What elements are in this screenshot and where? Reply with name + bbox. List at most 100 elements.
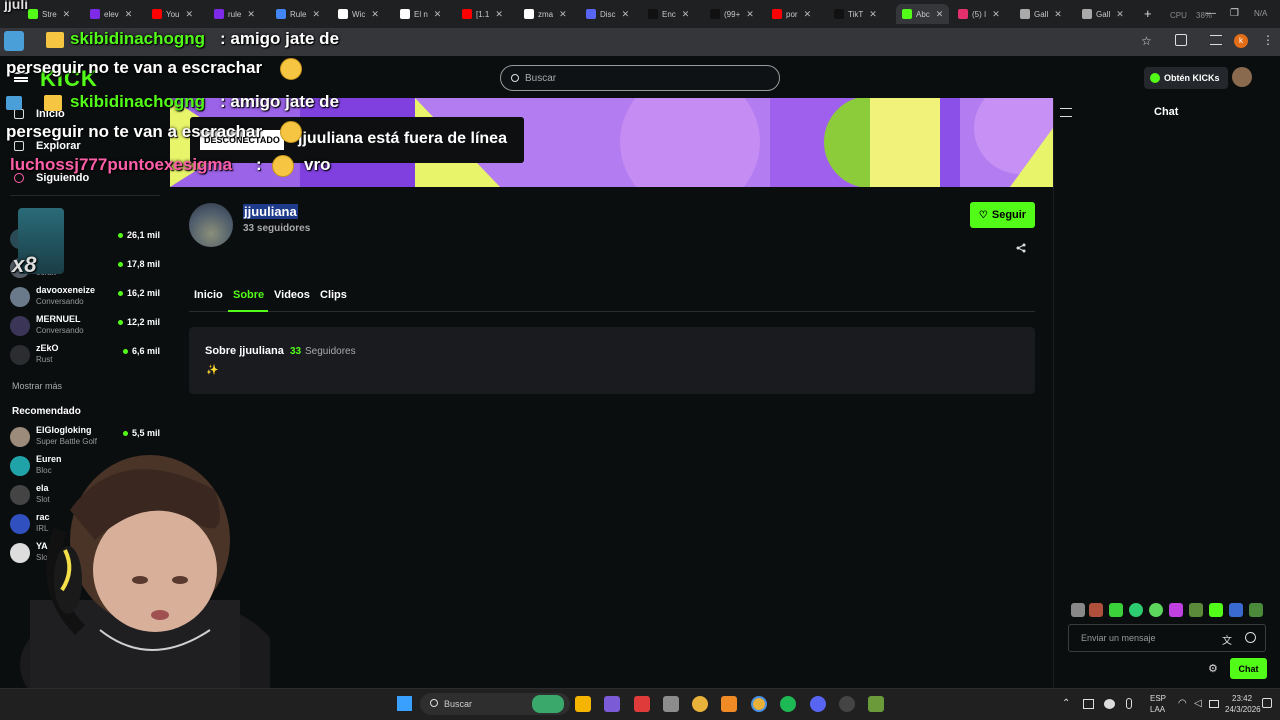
sidebar-channel-row[interactable]: davooxeneize Conversando 16,2 mil bbox=[10, 284, 160, 310]
emote-icon[interactable] bbox=[1109, 603, 1123, 617]
chat-message-input[interactable]: Enviar un mensaje bbox=[1068, 624, 1266, 652]
sidebar-channel-row[interactable]: zEkO Rust 6,6 mil bbox=[10, 342, 160, 368]
browser-tab[interactable]: TikT ✕ bbox=[834, 4, 877, 24]
tab-videos[interactable]: Videos bbox=[274, 289, 310, 301]
chrome-active-icon[interactable] bbox=[751, 696, 767, 712]
tab-close-icon[interactable]: ✕ bbox=[312, 9, 320, 20]
spotify-icon[interactable] bbox=[780, 696, 796, 712]
browser-tab[interactable]: You ✕ bbox=[152, 4, 193, 24]
search-input[interactable]: Buscar bbox=[500, 65, 780, 91]
browser-tab[interactable]: [1.1 ✕ bbox=[462, 4, 503, 24]
browser-tab[interactable]: Gall ✕ bbox=[1082, 4, 1124, 24]
copilot-icon[interactable] bbox=[604, 696, 620, 712]
clock-date[interactable]: 24/3/2026 bbox=[1225, 705, 1261, 714]
browser-tab[interactable]: (5) I ✕ bbox=[958, 4, 1000, 24]
extension-icon[interactable] bbox=[4, 31, 24, 51]
tab-clips[interactable]: Clips bbox=[320, 289, 347, 301]
tab-close-icon[interactable]: ✕ bbox=[371, 9, 379, 20]
follow-button[interactable]: ♡ Seguir bbox=[970, 202, 1035, 228]
browser-tab[interactable]: Rule ✕ bbox=[276, 4, 320, 24]
show-more-link[interactable]: Mostrar más bbox=[12, 381, 62, 391]
tab-close-icon[interactable]: ✕ bbox=[746, 9, 754, 20]
extensions-icon[interactable] bbox=[1175, 34, 1187, 46]
store-icon[interactable] bbox=[663, 696, 679, 712]
user-avatar[interactable] bbox=[1232, 67, 1252, 87]
share-icon[interactable] bbox=[1016, 243, 1026, 253]
chat-settings-gear-icon[interactable]: ⚙ bbox=[1208, 662, 1218, 675]
cloud-app-icon[interactable] bbox=[721, 696, 737, 712]
browser-tab[interactable]: El n ✕ bbox=[400, 4, 441, 24]
wps-icon[interactable] bbox=[634, 696, 650, 712]
sidebar-channel-row[interactable]: MERNUEL Conversando 12,2 mil bbox=[10, 313, 160, 339]
browser-tab[interactable]: por ✕ bbox=[772, 4, 811, 24]
browser-tab[interactable]: Wic ✕ bbox=[338, 4, 379, 24]
emote-icon[interactable] bbox=[1249, 603, 1263, 617]
get-kicks-button[interactable]: Obtén KICKs bbox=[1144, 67, 1228, 89]
reading-list-icon[interactable] bbox=[1210, 35, 1222, 45]
minecraft-icon[interactable] bbox=[868, 696, 884, 712]
emote-icon[interactable] bbox=[1089, 603, 1103, 617]
tray-app-icon[interactable] bbox=[1083, 699, 1094, 709]
emote-icon[interactable] bbox=[1071, 603, 1085, 617]
tab-close-icon[interactable]: ✕ bbox=[559, 9, 567, 20]
tab-close-icon[interactable]: ✕ bbox=[1054, 9, 1062, 20]
tab-close-icon[interactable]: ✕ bbox=[936, 9, 944, 20]
channel-name[interactable]: jjuuliana bbox=[243, 204, 298, 219]
tab-close-icon[interactable]: ✕ bbox=[186, 9, 194, 20]
browser-tab[interactable]: rule ✕ bbox=[214, 4, 255, 24]
emote-icon[interactable] bbox=[1129, 603, 1143, 617]
browser-tab[interactable]: elev ✕ bbox=[90, 4, 132, 24]
maximize-button[interactable]: ❐ bbox=[1230, 8, 1239, 19]
battery-icon[interactable] bbox=[1209, 700, 1219, 708]
emote-icon[interactable] bbox=[1189, 603, 1203, 617]
windows-start-icon[interactable] bbox=[397, 696, 412, 711]
browser-tab[interactable]: (99+ ✕ bbox=[710, 4, 754, 24]
channel-avatar[interactable] bbox=[189, 203, 233, 247]
language-top[interactable]: ESP bbox=[1150, 694, 1166, 703]
tab-close-icon[interactable]: ✕ bbox=[1116, 9, 1124, 20]
tab-sobre[interactable]: Sobre bbox=[233, 289, 264, 301]
minimize-button[interactable]: — bbox=[1206, 8, 1216, 19]
tab-inicio[interactable]: Inicio bbox=[194, 289, 223, 301]
tab-close-icon[interactable]: ✕ bbox=[63, 9, 71, 20]
microphone-icon[interactable] bbox=[1126, 698, 1132, 709]
browser-tab[interactable]: zma ✕ bbox=[524, 4, 567, 24]
browser-tab[interactable]: Enc ✕ bbox=[648, 4, 689, 24]
bookmark-star-icon[interactable]: ☆ bbox=[1141, 34, 1152, 48]
collapse-chat-icon[interactable] bbox=[1060, 108, 1072, 117]
chat-send-button[interactable]: Chat bbox=[1230, 658, 1267, 679]
emote-icon[interactable] bbox=[1229, 603, 1243, 617]
file-explorer-icon[interactable] bbox=[575, 696, 591, 712]
menu-dots-icon[interactable]: ⋮ bbox=[1262, 33, 1274, 47]
browser-tab[interactable]: Gall ✕ bbox=[1020, 4, 1062, 24]
browser-tab[interactable]: Stre ✕ bbox=[28, 4, 70, 24]
tab-close-icon[interactable]: ✕ bbox=[682, 9, 690, 20]
tray-cloud-icon[interactable] bbox=[1104, 699, 1115, 709]
new-tab-button[interactable]: + bbox=[1144, 6, 1152, 21]
translate-icon[interactable]: 文 bbox=[1222, 632, 1232, 647]
tab-close-icon[interactable]: ✕ bbox=[434, 9, 442, 20]
emoji-picker-icon[interactable] bbox=[1245, 632, 1256, 643]
discord-icon[interactable] bbox=[810, 696, 826, 712]
browser-tab[interactable]: Abc ✕ bbox=[896, 4, 950, 24]
emote-icon[interactable] bbox=[1149, 603, 1163, 617]
volume-icon[interactable]: ◁ bbox=[1194, 698, 1202, 709]
clock-time[interactable]: 23:42 bbox=[1232, 694, 1252, 703]
notifications-icon[interactable] bbox=[1262, 698, 1272, 708]
chrome-icon[interactable] bbox=[692, 696, 708, 712]
language-bottom[interactable]: LAA bbox=[1150, 705, 1165, 714]
steam-icon[interactable] bbox=[839, 696, 855, 712]
tab-close-icon[interactable]: ✕ bbox=[125, 9, 133, 20]
emote-icon[interactable] bbox=[1169, 603, 1183, 617]
wifi-icon[interactable]: ◠ bbox=[1178, 698, 1187, 709]
emote-icon[interactable] bbox=[1209, 603, 1223, 617]
profile-avatar-icon[interactable]: k bbox=[1234, 34, 1248, 48]
tab-close-icon[interactable]: ✕ bbox=[804, 9, 812, 20]
browser-tab[interactable]: Disc ✕ bbox=[586, 4, 629, 24]
tab-close-icon[interactable]: ✕ bbox=[495, 9, 503, 20]
tab-close-icon[interactable]: ✕ bbox=[622, 9, 630, 20]
tab-close-icon[interactable]: ✕ bbox=[992, 9, 1000, 20]
tab-close-icon[interactable]: ✕ bbox=[869, 9, 877, 20]
tray-chevron-icon[interactable]: ⌃ bbox=[1062, 698, 1070, 709]
tab-close-icon[interactable]: ✕ bbox=[247, 9, 255, 20]
